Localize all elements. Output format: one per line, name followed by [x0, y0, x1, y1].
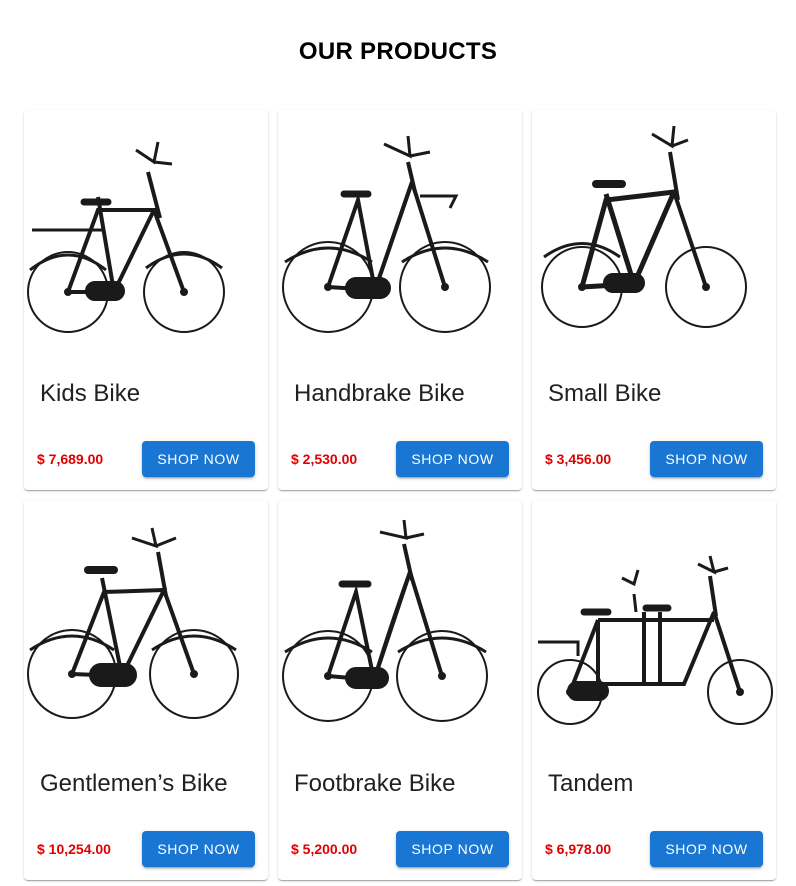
- product-image: [26, 512, 266, 742]
- shop-now-button[interactable]: SHOP NOW: [142, 831, 255, 867]
- product-price: $ 2,530.00: [291, 451, 358, 467]
- bicycle-icon: [282, 135, 491, 333]
- shop-now-button[interactable]: SHOP NOW: [650, 441, 763, 477]
- tandem-bicycle-icon: [537, 555, 773, 725]
- product-grid: Kids Bike $ 7,689.00 SHOP NOW Handbrake …: [24, 110, 776, 880]
- product-card: Gentlemen’s Bike $ 10,254.00 SHOP NOW: [24, 500, 268, 880]
- product-name: Handbrake Bike: [294, 380, 465, 407]
- product-name: Tandem: [548, 770, 634, 797]
- product-image: [534, 512, 774, 742]
- product-price: $ 5,200.00: [291, 841, 358, 857]
- product-price: $ 7,689.00: [37, 451, 104, 467]
- page-title: OUR PRODUCTS: [298, 38, 498, 65]
- product-image: [26, 122, 266, 352]
- product-name: Footbrake Bike: [294, 770, 456, 797]
- product-name: Small Bike: [548, 380, 662, 407]
- product-price: $ 6,978.00: [545, 841, 612, 857]
- product-card: Tandem $ 6,978.00 SHOP NOW: [532, 500, 776, 880]
- product-card: Footbrake Bike $ 5,200.00 SHOP NOW: [278, 500, 522, 880]
- product-name: Kids Bike: [40, 380, 141, 407]
- product-card: Handbrake Bike $ 2,530.00 SHOP NOW: [278, 110, 522, 490]
- bicycle-icon: [27, 527, 239, 719]
- product-name: Gentlemen’s Bike: [40, 770, 228, 797]
- product-price: $ 10,254.00: [37, 841, 111, 857]
- shop-now-button[interactable]: SHOP NOW: [142, 441, 255, 477]
- product-card: Small Bike $ 3,456.00 SHOP NOW: [532, 110, 776, 490]
- bicycle-icon: [27, 141, 225, 333]
- product-image: [534, 122, 774, 352]
- product-image: [280, 512, 520, 742]
- product-image: [280, 122, 520, 352]
- product-card: Kids Bike $ 7,689.00 SHOP NOW: [24, 110, 268, 490]
- bicycle-icon: [282, 519, 488, 722]
- shop-now-button[interactable]: SHOP NOW: [396, 441, 509, 477]
- shop-now-button[interactable]: SHOP NOW: [396, 831, 509, 867]
- bicycle-icon: [541, 125, 747, 328]
- products-page: OUR PRODUCTS Kids Bike $ 7,689.00 SHOP N…: [0, 0, 796, 886]
- product-price: $ 3,456.00: [545, 451, 612, 467]
- shop-now-button[interactable]: SHOP NOW: [650, 831, 763, 867]
